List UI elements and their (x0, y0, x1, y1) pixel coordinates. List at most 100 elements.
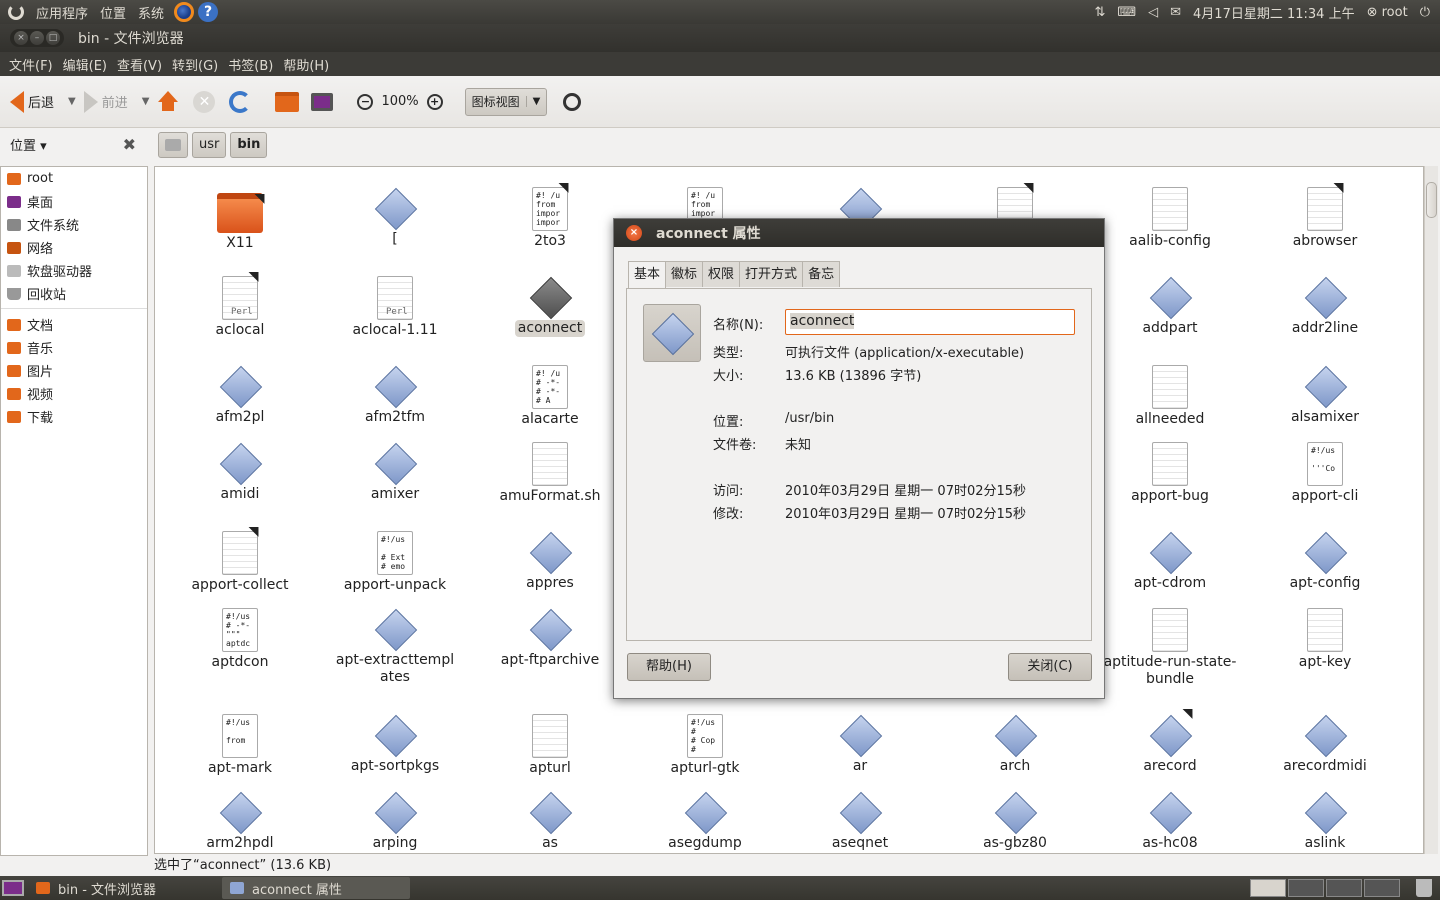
file-item[interactable]: arm2hpdl (165, 791, 315, 852)
file-item-selected[interactable]: aconnect (475, 276, 625, 337)
sidebar-item-desktop[interactable]: 桌面 (1, 190, 147, 213)
file-item[interactable]: apt-cdrom (1095, 531, 1245, 592)
sidebar-item-root[interactable]: root (1, 167, 147, 190)
tab-permissions[interactable]: 权限 (702, 261, 741, 287)
file-item[interactable]: aslink (1250, 791, 1400, 852)
file-item[interactable]: X11 (165, 189, 315, 252)
file-item[interactable]: apt-sortpkgs (320, 714, 470, 775)
file-item[interactable]: #!/us '''Co apport-cli (1250, 442, 1400, 505)
sidebar-item-trash[interactable]: 回收站 (1, 282, 147, 305)
datetime[interactable]: 4月17日星期二 11:34 上午 (1193, 3, 1355, 22)
sidebar-item-music[interactable]: 音乐 (1, 336, 147, 359)
menu-system[interactable]: 系统 (132, 3, 170, 22)
sidebar-item-pictures[interactable]: 图片 (1, 359, 147, 382)
workspace-1[interactable] (1250, 879, 1286, 897)
firefox-icon[interactable] (174, 2, 195, 22)
menu-edit[interactable]: 编辑(E) (58, 55, 112, 74)
menu-bookmarks[interactable]: 书签(B) (223, 55, 278, 74)
sidebar-title[interactable]: 位置 ▾ (10, 135, 47, 154)
file-item[interactable]: afm2tfm (320, 365, 470, 426)
stop-button[interactable]: ✕ (193, 90, 216, 113)
workspace-3[interactable] (1326, 879, 1362, 897)
reload-button[interactable] (229, 90, 252, 113)
file-item[interactable]: aclocal (165, 267, 315, 339)
path-segment-bin[interactable]: bin (230, 132, 268, 158)
file-item[interactable]: arch (940, 714, 1090, 775)
user-menu[interactable]: ⊗ root (1367, 5, 1408, 20)
file-item[interactable]: as-gbz80 (940, 791, 1090, 852)
file-item[interactable]: #!/us # Ext # emo apport-unpack (320, 531, 470, 594)
close-icon[interactable]: × (626, 225, 642, 241)
forward-history-dropdown[interactable]: ▼ (142, 96, 150, 107)
file-item[interactable]: arping (320, 791, 470, 852)
file-item[interactable]: #!/us # # Cop # apturl-gtk (630, 714, 780, 777)
file-item[interactable]: #! /u from impor impor 2to3 (475, 178, 625, 250)
file-item[interactable]: alsamixer (1250, 365, 1400, 426)
sidebar-close-icon[interactable]: ✖ (123, 135, 136, 154)
file-item[interactable]: addpart (1095, 276, 1245, 337)
path-segment-usr[interactable]: usr (192, 132, 227, 158)
sidebar-item-floppy[interactable]: 软盘驱动器 (1, 259, 147, 282)
menu-applications[interactable]: 应用程序 (30, 3, 94, 22)
file-item[interactable]: aalib-config (1095, 187, 1245, 250)
computer-button[interactable] (311, 92, 334, 111)
workspace-switcher[interactable] (1250, 879, 1400, 897)
search-icon[interactable] (563, 92, 582, 111)
file-item[interactable]: aseqnet (785, 791, 935, 852)
window-titlebar[interactable]: × – □ bin - 文件浏览器 (0, 24, 1440, 52)
workspace-2[interactable] (1288, 879, 1324, 897)
help-button[interactable]: 帮助(H) (627, 653, 711, 681)
file-item[interactable]: apt-config (1250, 531, 1400, 592)
file-item[interactable]: afm2pl (165, 365, 315, 426)
file-item[interactable]: amidi (165, 442, 315, 503)
file-item[interactable]: apt-ftparchive (475, 608, 625, 669)
vertical-scrollbar[interactable] (1424, 166, 1438, 854)
forward-button[interactable]: 前进 (83, 90, 128, 113)
file-item[interactable]: amixer (320, 442, 470, 503)
file-item[interactable]: as (475, 791, 625, 852)
menu-go[interactable]: 转到(G) (167, 55, 223, 74)
trash-icon[interactable] (1416, 879, 1432, 897)
file-item[interactable]: as-hc08 (1095, 791, 1245, 852)
tab-emblems[interactable]: 徽标 (665, 261, 704, 287)
task-file-browser[interactable]: bin - 文件浏览器 (28, 877, 218, 899)
file-item[interactable]: asegdump (630, 791, 780, 852)
workspace-4[interactable] (1364, 879, 1400, 897)
help-icon[interactable]: ? (198, 2, 219, 22)
view-mode-select[interactable]: 图标视图 ▼ (464, 87, 548, 116)
file-item[interactable]: allneeded (1095, 365, 1245, 428)
network-icon[interactable]: ⇅ (1094, 5, 1105, 20)
menu-file[interactable]: 文件(F) (4, 55, 58, 74)
file-item[interactable]: amuFormat.sh (475, 442, 625, 505)
file-item[interactable]: apport-bug (1095, 442, 1245, 505)
file-item[interactable]: apport-collect (165, 522, 315, 594)
ubuntu-logo-icon[interactable] (8, 4, 24, 20)
task-properties-dialog[interactable]: aconnect 属性 (222, 877, 410, 899)
mail-icon[interactable]: ✉ (1170, 5, 1181, 20)
sidebar-item-network[interactable]: 网络 (1, 236, 147, 259)
file-item[interactable]: #!/us # -*- """ aptdc aptdcon (165, 608, 315, 671)
up-button[interactable] (157, 90, 179, 113)
back-history-dropdown[interactable]: ▼ (68, 96, 76, 107)
file-item[interactable]: arecordmidi (1250, 714, 1400, 775)
file-item[interactable]: ar (785, 714, 935, 775)
sidebar-item-downloads[interactable]: 下载 (1, 405, 147, 428)
file-item[interactable]: appres (475, 531, 625, 592)
menu-view[interactable]: 查看(V) (112, 55, 167, 74)
file-item[interactable]: apturl (475, 714, 625, 777)
maximize-icon[interactable]: □ (46, 31, 60, 45)
close-icon[interactable]: × (14, 31, 28, 45)
scrollbar-thumb[interactable] (1426, 182, 1437, 218)
home-button[interactable] (275, 91, 300, 112)
back-button[interactable]: 后退 (10, 90, 54, 113)
volume-icon[interactable]: ◁ (1148, 5, 1158, 20)
file-item[interactable]: #!/us from apt-mark (165, 714, 315, 777)
show-desktop-icon[interactable] (2, 880, 24, 896)
file-icon-button[interactable] (643, 304, 701, 362)
file-item[interactable]: apt-extracttemplates (320, 608, 470, 686)
file-item[interactable]: [ (320, 187, 470, 248)
keyboard-icon[interactable]: ⌨ (1117, 5, 1136, 20)
file-item[interactable]: addr2line (1250, 276, 1400, 337)
dialog-titlebar[interactable]: × aconnect 属性 (614, 219, 1104, 247)
tab-basic[interactable]: 基本 (628, 261, 667, 289)
